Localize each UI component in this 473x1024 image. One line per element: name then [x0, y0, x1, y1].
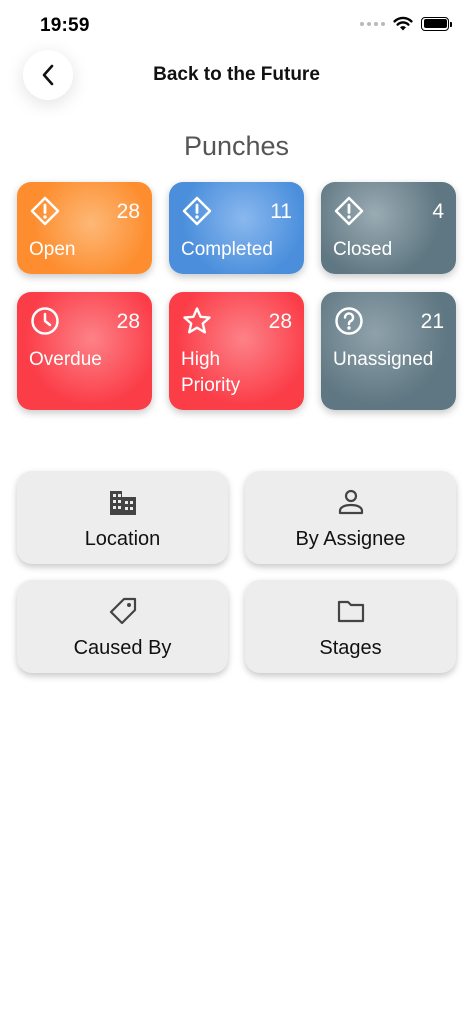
alert-diamond-icon: [30, 196, 60, 226]
tile-count: 28: [116, 310, 140, 333]
tile-label: Overdue: [29, 349, 102, 370]
help-circle-icon: [335, 307, 363, 335]
wifi-icon: [393, 16, 413, 31]
tile-label: Unassigned: [333, 349, 434, 370]
tile-high-priority[interactable]: 28 High Priority: [169, 292, 304, 410]
category-label: Caused By: [73, 637, 172, 659]
alert-diamond-icon: [334, 196, 364, 226]
alert-diamond-icon: [182, 196, 212, 226]
category-label: Location: [84, 528, 161, 550]
star-icon: [183, 307, 211, 334]
clock-icon: [31, 307, 59, 335]
category-label: Stages: [319, 637, 382, 659]
location-button[interactable]: Location: [17, 471, 228, 564]
caused-by-button[interactable]: Caused By: [17, 580, 228, 673]
page-title: Back to the Future: [153, 64, 320, 85]
by-assignee-button[interactable]: By Assignee: [245, 471, 456, 564]
tile-unassigned[interactable]: 21 Unassigned: [321, 292, 456, 410]
tile-completed[interactable]: 11 Completed: [169, 182, 304, 274]
status-time: 19:59: [40, 15, 90, 36]
cellular-signal-icon: [360, 21, 385, 26]
folder-icon: [337, 600, 364, 623]
tile-label: Completed: [181, 239, 273, 260]
tile-closed[interactable]: 4 Closed: [321, 182, 456, 274]
tag-icon: [109, 597, 136, 625]
battery-icon: [421, 16, 452, 31]
tile-count: 28: [116, 200, 140, 223]
status-icons: [360, 16, 452, 31]
tile-count: 11: [270, 200, 292, 223]
tile-open[interactable]: 28 Open: [17, 182, 152, 274]
category-label: By Assignee: [295, 528, 406, 550]
tile-label: High Priority: [181, 349, 241, 396]
status-bar: 19:59: [0, 0, 473, 50]
tile-count: 4: [432, 200, 444, 223]
building-icon: [109, 491, 136, 515]
tile-overdue[interactable]: 28 Overdue: [17, 292, 152, 410]
tile-count: 28: [268, 310, 292, 333]
tile-count: 21: [420, 310, 444, 333]
stages-button[interactable]: Stages: [245, 580, 456, 673]
section-title: Punches: [183, 131, 290, 161]
person-icon: [338, 489, 363, 515]
tile-label: Open: [29, 239, 76, 260]
tile-label: Closed: [333, 239, 393, 260]
